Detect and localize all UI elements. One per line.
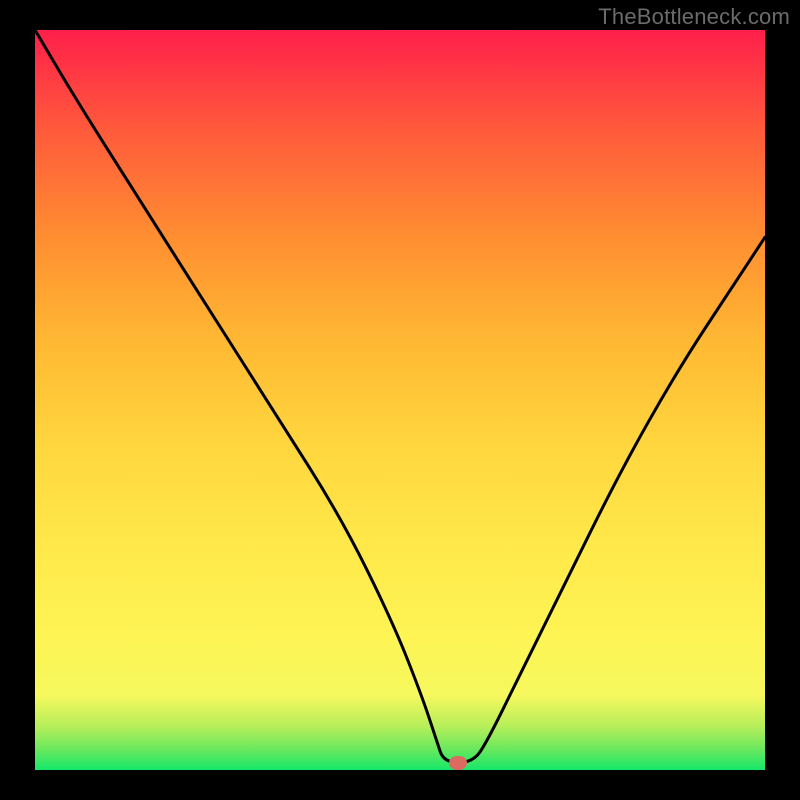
- bottleneck-curve: [35, 30, 765, 770]
- chart-frame: TheBottleneck.com: [0, 0, 800, 800]
- watermark-text: TheBottleneck.com: [598, 4, 790, 30]
- plot-area: [35, 30, 765, 770]
- optimal-point-marker: [449, 756, 467, 770]
- curve-path: [35, 30, 765, 763]
